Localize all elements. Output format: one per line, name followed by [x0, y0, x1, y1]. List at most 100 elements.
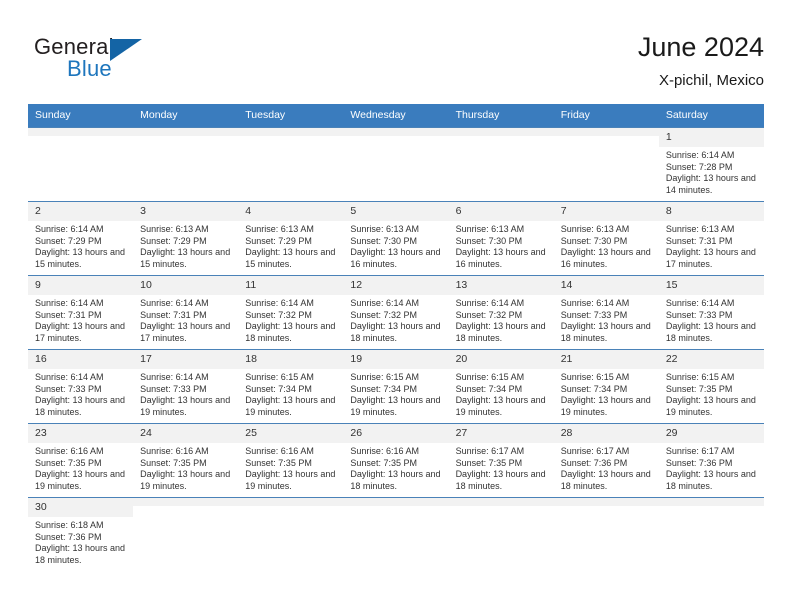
calendar-day-cell[interactable]: 12 Sunrise: 6:14 AM Sunset: 7:32 PM Dayligh… [343, 275, 449, 350]
calendar-day-cell-empty [133, 497, 239, 571]
day-cell-inner [553, 128, 659, 201]
calendar-day-cell[interactable]: 27 Sunrise: 6:17 AM Sunset: 7:35 PM Dayligh… [448, 423, 554, 498]
sunrise-text: Sunrise: 6:15 AM [455, 372, 525, 382]
calendar-day-cell[interactable]: 9 Sunrise: 6:14 AM Sunset: 7:31 PM Daylight… [28, 275, 134, 350]
calendar-day-cell[interactable]: 20 Sunrise: 6:15 AM Sunset: 7:34 PM Dayligh… [448, 349, 554, 424]
day-number: 5 [343, 202, 449, 221]
calendar-week-row: 23 Sunrise: 6:16 AM Sunset: 7:35 PM Dayligh… [28, 423, 764, 498]
calendar-header-row: Sunday Monday Tuesday Wednesday Thursday Frid… [28, 104, 764, 128]
calendar-day-cell[interactable]: 5 Sunrise: 6:13 AM Sunset: 7:30 PM Daylight… [343, 201, 449, 276]
day-details: Sunrise: 6:13 AM Sunset: 7:29 PM Daylight:… [133, 221, 238, 270]
daylight-text: Daylight: 13 hours and 15 minutes. [245, 247, 336, 269]
sunset-text: Sunset: 7:29 PM [35, 235, 102, 246]
day-number: 25 [238, 424, 344, 443]
calendar-day-cell[interactable]: 26 Sunrise: 6:16 AM Sunset: 7:35 PM Dayligh… [343, 423, 449, 498]
calendar-day-cell[interactable]: 1 Sunrise: 6:14 AM Sunset: 7:28 PM Daylight… [658, 127, 764, 202]
weekday-header-sunday: Sunday [28, 104, 134, 128]
sunrise-text: Sunrise: 6:13 AM [245, 224, 314, 234]
calendar-day-cell[interactable]: 23 Sunrise: 6:16 AM Sunset: 7:35 PM Dayligh… [28, 423, 134, 498]
day-cell-inner [658, 498, 764, 571]
calendar-day-cell[interactable]: 28 Sunrise: 6:17 AM Sunset: 7:36 PM Dayligh… [553, 423, 659, 498]
daylight-text: Daylight: 13 hours and 16 minutes. [455, 247, 546, 269]
daylight-text: Daylight: 13 hours and 18 minutes. [665, 469, 756, 491]
calendar-day-cell[interactable]: 6 Sunrise: 6:13 AM Sunset: 7:30 PM Daylight… [448, 201, 554, 276]
day-details: Sunrise: 6:14 AM Sunset: 7:33 PM Daylight:… [28, 369, 133, 418]
sunset-text: Sunset: 7:30 PM [350, 235, 417, 246]
day-number: 17 [133, 350, 239, 369]
sunset-text: Sunset: 7:31 PM [665, 235, 733, 246]
sunrise-text: Sunrise: 6:18 AM [35, 520, 104, 530]
calendar-day-cell[interactable]: 29 Sunrise: 6:17 AM Sunset: 7:36 PM Dayligh… [658, 423, 764, 498]
calendar-day-cell[interactable]: 30 Sunrise: 6:18 AM Sunset: 7:36 PM Dayligh… [28, 497, 134, 571]
sunrise-text: Sunrise: 6:14 AM [245, 298, 314, 308]
calendar-day-cell[interactable]: 13 Sunrise: 6:14 AM Sunset: 7:32 PM Dayligh… [448, 275, 554, 350]
calendar-week-row: 30 Sunrise: 6:18 AM Sunset: 7:36 PM Dayligh… [28, 497, 764, 571]
sunrise-text: Sunrise: 6:13 AM [350, 224, 419, 234]
calendar-day-cell[interactable]: 22 Sunrise: 6:15 AM Sunset: 7:35 PM Dayligh… [658, 349, 764, 424]
daylight-text: Daylight: 13 hours and 18 minutes. [350, 469, 441, 491]
day-number: 26 [343, 424, 449, 443]
day-number [658, 498, 764, 506]
sunset-text: Sunset: 7:31 PM [35, 309, 102, 320]
calendar-day-cell[interactable]: 17 Sunrise: 6:14 AM Sunset: 7:33 PM Dayligh… [133, 349, 239, 424]
day-cell-inner [133, 498, 239, 571]
sunset-text: Sunset: 7:35 PM [35, 457, 102, 468]
sunset-text: Sunset: 7:33 PM [35, 383, 102, 394]
calendar-day-cell[interactable]: 18 Sunrise: 6:15 AM Sunset: 7:34 PM Dayligh… [238, 349, 344, 424]
day-details: Sunrise: 6:14 AM Sunset: 7:33 PM Daylight:… [659, 295, 764, 344]
sunset-text: Sunset: 7:35 PM [665, 383, 733, 394]
day-number [28, 128, 134, 136]
daylight-text: Daylight: 13 hours and 15 minutes. [140, 247, 231, 269]
daylight-text: Daylight: 13 hours and 18 minutes. [665, 321, 756, 343]
calendar-day-cell[interactable]: 16 Sunrise: 6:14 AM Sunset: 7:33 PM Dayligh… [28, 349, 134, 424]
day-number: 24 [133, 424, 239, 443]
sunset-text: Sunset: 7:32 PM [455, 309, 523, 320]
calendar-day-cell[interactable]: 2 Sunrise: 6:14 AM Sunset: 7:29 PM Daylight… [28, 201, 134, 276]
day-cell-inner: 5 Sunrise: 6:13 AM Sunset: 7:30 PM Daylight… [343, 202, 449, 275]
day-number: 1 [658, 128, 764, 147]
sunset-text: Sunset: 7:30 PM [560, 235, 628, 246]
day-number: 14 [553, 276, 659, 295]
sunset-text: Sunset: 7:34 PM [560, 383, 628, 394]
day-number: 21 [553, 350, 659, 369]
day-cell-inner: 10 Sunrise: 6:14 AM Sunset: 7:31 PM Dayligh… [133, 276, 239, 349]
calendar-day-cell[interactable]: 14 Sunrise: 6:14 AM Sunset: 7:33 PM Dayligh… [553, 275, 659, 350]
calendar-day-cell[interactable]: 3 Sunrise: 6:13 AM Sunset: 7:29 PM Daylight… [133, 201, 239, 276]
calendar-day-cell-empty [238, 127, 344, 202]
calendar-day-cell[interactable]: 24 Sunrise: 6:16 AM Sunset: 7:35 PM Dayligh… [133, 423, 239, 498]
sunset-text: Sunset: 7:36 PM [665, 457, 733, 468]
sunset-text: Sunset: 7:34 PM [350, 383, 417, 394]
calendar-day-cell[interactable]: 8 Sunrise: 6:13 AM Sunset: 7:31 PM Daylight… [658, 201, 764, 276]
calendar-day-cell[interactable]: 21 Sunrise: 6:15 AM Sunset: 7:34 PM Dayligh… [553, 349, 659, 424]
calendar-day-cell[interactable]: 19 Sunrise: 6:15 AM Sunset: 7:34 PM Dayligh… [343, 349, 449, 424]
calendar-day-cell[interactable]: 11 Sunrise: 6:14 AM Sunset: 7:32 PM Dayligh… [238, 275, 344, 350]
day-details: Sunrise: 6:13 AM Sunset: 7:30 PM Daylight:… [554, 221, 659, 270]
day-cell-inner: 14 Sunrise: 6:14 AM Sunset: 7:33 PM Dayligh… [553, 276, 659, 349]
day-details: Sunrise: 6:15 AM Sunset: 7:34 PM Daylight:… [449, 369, 554, 418]
day-cell-inner [28, 128, 134, 201]
day-number: 12 [343, 276, 449, 295]
sunrise-text: Sunrise: 6:15 AM [665, 372, 735, 382]
calendar-day-cell-empty [448, 497, 554, 571]
daylight-text: Daylight: 13 hours and 19 minutes. [35, 469, 126, 491]
day-number: 20 [448, 350, 554, 369]
sunrise-text: Sunrise: 6:14 AM [140, 372, 209, 382]
day-cell-inner: 6 Sunrise: 6:13 AM Sunset: 7:30 PM Daylight… [448, 202, 554, 275]
sunset-text: Sunset: 7:35 PM [350, 457, 417, 468]
calendar-day-cell[interactable]: 4 Sunrise: 6:13 AM Sunset: 7:29 PM Daylight… [238, 201, 344, 276]
daylight-text: Daylight: 13 hours and 18 minutes. [350, 321, 441, 343]
calendar-day-cell[interactable]: 25 Sunrise: 6:16 AM Sunset: 7:35 PM Dayligh… [238, 423, 344, 498]
calendar-day-cell[interactable]: 10 Sunrise: 6:14 AM Sunset: 7:31 PM Dayligh… [133, 275, 239, 350]
day-details: Sunrise: 6:17 AM Sunset: 7:36 PM Daylight:… [659, 443, 764, 492]
calendar-day-cell[interactable]: 15 Sunrise: 6:14 AM Sunset: 7:33 PM Dayligh… [658, 275, 764, 350]
day-number: 18 [238, 350, 344, 369]
calendar-day-cell[interactable]: 7 Sunrise: 6:13 AM Sunset: 7:30 PM Daylight… [553, 201, 659, 276]
day-number: 9 [28, 276, 134, 295]
sunrise-text: Sunrise: 6:15 AM [350, 372, 419, 382]
daylight-text: Daylight: 13 hours and 19 minutes. [350, 395, 441, 417]
calendar-day-cell-empty [553, 127, 659, 202]
brand-logo[interactable]: General Blue [34, 34, 214, 94]
day-number: 6 [448, 202, 554, 221]
sunset-text: Sunset: 7:36 PM [560, 457, 628, 468]
calendar-day-cell-empty [658, 497, 764, 571]
